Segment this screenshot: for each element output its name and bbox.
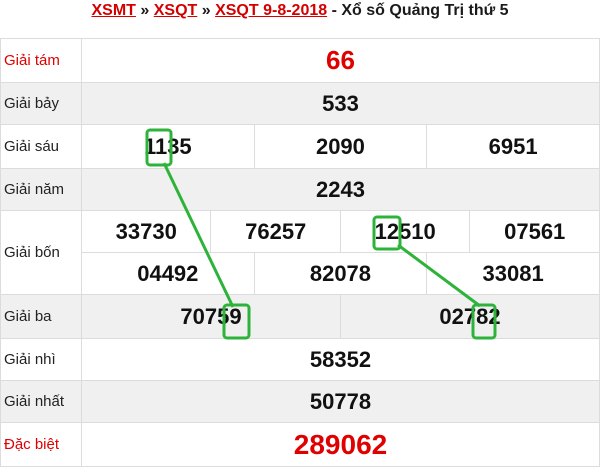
prize-label: Giải nhất: [0, 380, 82, 423]
prize-row-dac-biet: Đặc biệt 289062: [0, 422, 600, 467]
prize-number: 58352: [81, 338, 600, 381]
lottery-results-table: Giải tám 66 Giải bảy 533 Giải sáu 1135 2…: [0, 38, 600, 467]
prize-number: 50778: [81, 380, 600, 423]
prize-row-giai-nhi: Giải nhì 58352: [0, 338, 600, 381]
prize-number: 76257: [210, 210, 341, 253]
prize-number: 2090: [253, 124, 428, 169]
prize-row-giai-bay: Giải bảy 533: [0, 82, 600, 125]
prize-row-giai-nam: Giải năm 2243: [0, 168, 600, 211]
breadcrumb-link-xsqt[interactable]: XSQT: [154, 2, 198, 19]
prize-row-giai-tam: Giải tám 66: [0, 38, 600, 83]
prize-row-giai-bon: Giải bốn 33730 76257 12510 07561: [0, 210, 600, 295]
breadcrumb-link-xsmt[interactable]: XSMT: [91, 2, 135, 19]
prize-number: 12510: [339, 210, 471, 253]
breadcrumb: XSMT » XSQT » XSQT 9-8-2018 - Xổ số Quản…: [0, 0, 600, 24]
prize-number: 82078: [253, 252, 428, 295]
breadcrumb-separator: »: [135, 2, 154, 19]
prize-label: Giải nhì: [0, 338, 82, 381]
prize-label: Giải bảy: [0, 82, 82, 125]
prize-label: Giải bốn: [0, 210, 82, 295]
page-title: - Xổ số Quảng Trị thứ 5: [327, 2, 509, 19]
prize-label: Giải năm: [0, 168, 82, 211]
prize-number: 6951: [426, 124, 600, 169]
prize-number-special: 289062: [81, 422, 600, 467]
prize-number: 04492: [81, 252, 255, 295]
prize-row-giai-nhat: Giải nhất 50778: [0, 380, 600, 423]
prize-row-giai-ba: Giải ba 70759 02782: [0, 294, 600, 339]
breadcrumb-link-xsqt-date[interactable]: XSQT 9-8-2018: [215, 2, 327, 19]
prize-label: Đặc biệt: [0, 422, 82, 467]
prize-label: Giải tám: [0, 38, 82, 83]
breadcrumb-separator: »: [197, 2, 216, 19]
prize-label: Giải sáu: [0, 124, 82, 169]
prize-number: 533: [81, 82, 600, 125]
prize-number: 07561: [469, 210, 600, 253]
prize-label: Giải ba: [0, 294, 82, 339]
prize-number: 33081: [426, 252, 600, 295]
prize-number: 02782: [339, 294, 600, 339]
prize-number: 70759: [81, 294, 341, 339]
prize-row-giai-bon-2: 04492 82078 33081: [1, 252, 600, 295]
prize-number: 33730: [80, 210, 212, 253]
prize-row-giai-sau: Giải sáu 1135 2090 6951: [0, 124, 600, 169]
prize-number: 2243: [81, 168, 600, 211]
prize-number: 66: [81, 38, 600, 83]
prize-number: 1135: [81, 124, 255, 169]
